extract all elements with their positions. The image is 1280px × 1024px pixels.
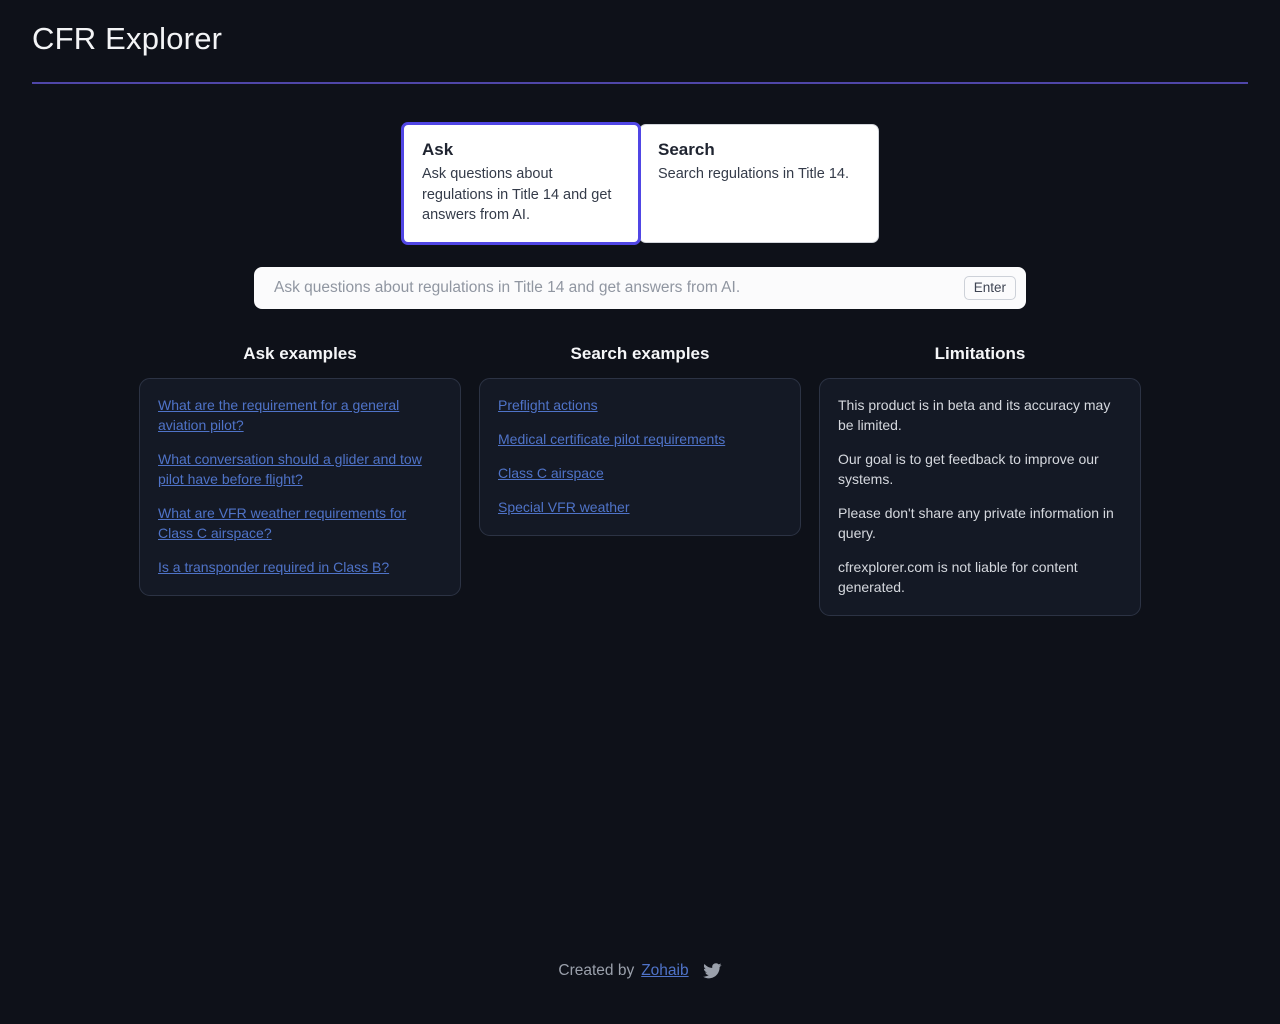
content-columns: Ask examples What are the requirement fo… bbox=[0, 343, 1280, 616]
tab-ask-description: Ask questions about regulations in Title… bbox=[422, 166, 612, 223]
ask-examples-heading: Ask examples bbox=[243, 343, 357, 363]
list-item[interactable]: Special VFR weather bbox=[498, 497, 782, 517]
page-title: CFR Explorer bbox=[32, 21, 223, 56]
mode-tabs-container: Ask Ask questions about regulations in T… bbox=[0, 122, 1280, 245]
footer-credit-text: Created by bbox=[558, 962, 635, 979]
list-item[interactable]: What are VFR weather requirements for Cl… bbox=[158, 503, 442, 543]
page-footer: Created by Zohaib bbox=[0, 962, 1280, 980]
search-examples-heading: Search examples bbox=[570, 343, 710, 363]
header-divider bbox=[32, 82, 1248, 84]
search-input[interactable] bbox=[272, 272, 964, 303]
footer-author-link[interactable]: Zohaib bbox=[641, 962, 688, 980]
list-item: Our goal is to get feedback to improve o… bbox=[838, 450, 1099, 487]
mode-tabs: Ask Ask questions about regulations in T… bbox=[401, 122, 879, 245]
tab-search-description: Search regulations in Title 14. bbox=[658, 166, 850, 182]
list-item: Please don't share any private informati… bbox=[838, 504, 1114, 541]
column-limitations: Limitations This product is in beta and … bbox=[819, 343, 1141, 616]
list-item: This product is in beta and its accuracy… bbox=[838, 396, 1111, 433]
enter-button[interactable]: Enter bbox=[963, 275, 1016, 300]
list-item[interactable]: Class C airspace bbox=[498, 463, 782, 483]
tab-search[interactable]: Search Search regulations in Title 14. bbox=[639, 124, 879, 243]
tab-ask-title: Ask bbox=[422, 140, 454, 159]
list-item[interactable]: Preflight actions bbox=[498, 395, 782, 415]
query-bar-container: Enter bbox=[0, 266, 1280, 309]
twitter-icon[interactable] bbox=[702, 963, 722, 979]
list-item[interactable]: What are the requirement for a general a… bbox=[158, 395, 442, 435]
list-item: cfrexplorer.com is not liable for conten… bbox=[838, 558, 1078, 595]
column-search-examples: Search examples Preflight actions Medica… bbox=[479, 343, 801, 536]
limitations-card: This product is in beta and its accuracy… bbox=[819, 377, 1141, 616]
app-root: CFR Explorer Ask Ask questions about reg… bbox=[0, 0, 1280, 1024]
search-examples-card: Preflight actions Medical certificate pi… bbox=[479, 377, 801, 536]
ask-examples-card: What are the requirement for a general a… bbox=[139, 377, 461, 596]
tab-search-title: Search bbox=[658, 140, 715, 159]
query-bar: Enter bbox=[254, 266, 1026, 309]
tab-ask[interactable]: Ask Ask questions about regulations in T… bbox=[401, 122, 641, 245]
list-item[interactable]: Is a transponder required in Class B? bbox=[158, 557, 442, 577]
page-header: CFR Explorer bbox=[0, 0, 1280, 84]
list-item[interactable]: What conversation should a glider and to… bbox=[158, 449, 442, 489]
list-item[interactable]: Medical certificate pilot requirements bbox=[498, 429, 782, 449]
limitations-heading: Limitations bbox=[934, 343, 1026, 363]
column-ask-examples: Ask examples What are the requirement fo… bbox=[139, 343, 461, 596]
